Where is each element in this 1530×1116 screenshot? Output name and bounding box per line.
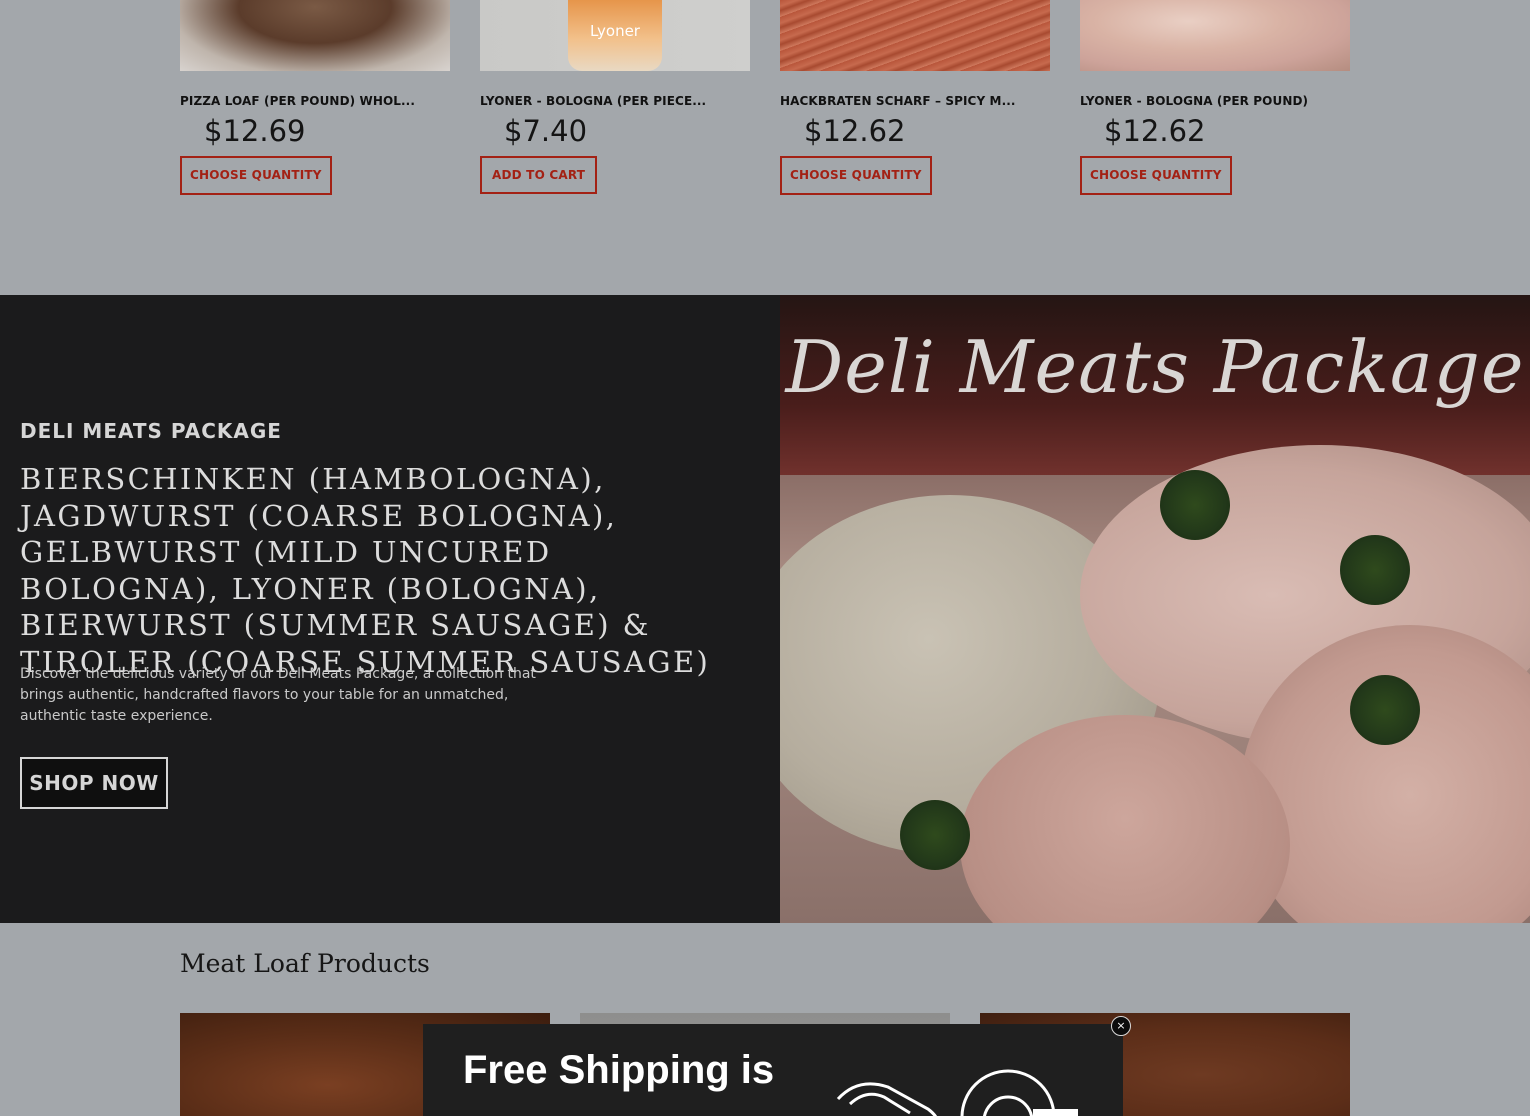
product-image[interactable] <box>180 0 450 71</box>
package-label: Lyoner <box>590 22 640 40</box>
promo-title: BIERSCHINKEN (HAMBOLOGNA), JAGDWURST (CO… <box>20 462 711 679</box>
close-icon[interactable]: × <box>1111 1016 1131 1036</box>
promo-banner: DELI MEATS PACKAGE BIERSCHINKEN (HAMBOLO… <box>0 295 1530 923</box>
product-name[interactable]: LYONER - BOLOGNA (PER POUND) <box>1080 94 1350 108</box>
product-price: $7.40 <box>504 114 588 148</box>
product-card: Lyoner LYONER - BOLOGNA (PER PIECE... $7… <box>480 0 750 194</box>
product-card: PIZZA LOAF (PER POUND) WHOL... $12.69 CH… <box>180 0 450 195</box>
product-name[interactable]: LYONER - BOLOGNA (PER PIECE... <box>480 94 750 108</box>
sausage-illustration-icon <box>836 1069 1078 1116</box>
popup-title: Free Shipping is <box>463 1048 775 1092</box>
product-price: $12.62 <box>804 114 906 148</box>
product-name[interactable]: HACKBRATEN SCHARF – SPICY M... <box>780 94 1050 108</box>
product-image[interactable] <box>1080 0 1350 71</box>
product-carousel-top: PIZZA LOAF (PER POUND) WHOL... $12.69 CH… <box>180 0 1350 295</box>
choose-quantity-button[interactable]: CHOOSE QUANTITY <box>780 156 932 195</box>
add-to-cart-button[interactable]: ADD TO CART <box>480 156 598 194</box>
product-price: $12.69 <box>204 114 306 148</box>
choose-quantity-button[interactable]: CHOOSE QUANTITY <box>1080 156 1232 195</box>
product-image[interactable] <box>780 0 1050 71</box>
parsley-garnish <box>900 800 970 870</box>
product-image[interactable]: Lyoner <box>480 0 750 71</box>
section-title: Meat Loaf Products <box>180 949 430 978</box>
product-card: HACKBRATEN SCHARF – SPICY M... $12.62 CH… <box>780 0 1050 195</box>
promo-image-title: Deli Meats Package <box>785 325 1525 409</box>
product-name[interactable]: PIZZA LOAF (PER POUND) WHOL... <box>180 94 450 108</box>
product-card: LYONER - BOLOGNA (PER POUND) $12.62 CHOO… <box>1080 0 1350 195</box>
parsley-garnish <box>1350 675 1420 745</box>
product-price: $12.62 <box>1104 114 1206 148</box>
promo-image: Deli Meats Package <box>780 295 1530 923</box>
free-shipping-popup: Free Shipping is <box>423 1024 1123 1116</box>
promo-eyebrow: DELI MEATS PACKAGE <box>20 419 282 443</box>
promo-description: Discover the delicious variety of our De… <box>20 666 536 724</box>
shop-now-button[interactable]: SHOP NOW <box>20 757 168 809</box>
promo-text-panel: DELI MEATS PACKAGE BIERSCHINKEN (HAMBOLO… <box>0 295 780 923</box>
product-package: Lyoner <box>568 0 662 71</box>
parsley-garnish <box>1340 535 1410 605</box>
choose-quantity-button[interactable]: CHOOSE QUANTITY <box>180 156 332 195</box>
parsley-garnish <box>1160 470 1230 540</box>
